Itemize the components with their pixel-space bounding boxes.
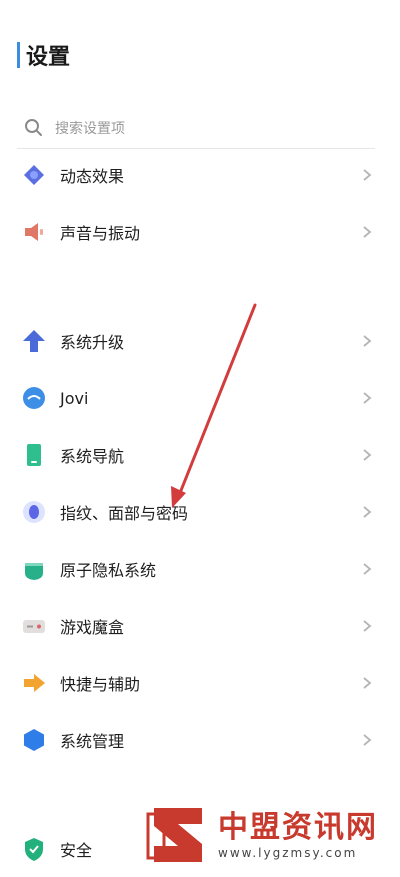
phone-navigation-icon	[20, 441, 48, 469]
shortcut-icon	[20, 669, 48, 697]
settings-item-fingerprint-face-password[interactable]: 指纹、面部与密码	[0, 484, 400, 540]
settings-item-sound-vibration[interactable]: 声音与振动	[0, 204, 400, 260]
system-management-icon	[20, 726, 48, 754]
settings-item-label: 系统导航	[60, 447, 125, 466]
settings-item-shortcuts-accessibility[interactable]: 快捷与辅助	[0, 655, 400, 711]
search-placeholder: 搜索设置项	[55, 121, 125, 137]
chevron-right-icon	[363, 620, 372, 632]
search-bar[interactable]: 搜索设置项	[17, 108, 375, 149]
speaker-icon	[20, 218, 48, 246]
settings-item-label: 安全	[60, 841, 93, 860]
chevron-right-icon	[363, 169, 372, 181]
page-header: 设置	[17, 40, 70, 70]
watermark-name: 中盟资讯网	[218, 809, 378, 845]
settings-item-label: 游戏魔盒	[60, 618, 125, 637]
settings-item-label: Jovi	[60, 388, 89, 408]
up-arrow-icon	[20, 327, 48, 355]
jovi-icon	[20, 384, 48, 412]
watermark-logo-icon	[146, 807, 202, 862]
fingerprint-icon	[20, 498, 48, 526]
chevron-right-icon	[363, 563, 372, 575]
settings-item-label: 系统升级	[60, 333, 125, 352]
motion-effects-icon	[20, 161, 48, 189]
settings-item-jovi[interactable]: Jovi	[0, 370, 400, 426]
chevron-right-icon	[363, 335, 372, 347]
chevron-right-icon	[363, 226, 372, 238]
settings-item-label: 快捷与辅助	[60, 675, 141, 694]
settings-item-motion-effects[interactable]: 动态效果	[0, 147, 400, 203]
security-shield-icon	[20, 835, 48, 863]
privacy-icon	[20, 555, 48, 583]
search-icon	[25, 119, 42, 136]
settings-item-label: 系统管理	[60, 732, 125, 751]
page-title: 设置	[26, 45, 71, 70]
settings-item-system-navigation[interactable]: 系统导航	[0, 427, 400, 483]
settings-item-label: 动态效果	[60, 167, 125, 186]
settings-item-atomic-privacy[interactable]: 原子隐私系统	[0, 541, 400, 597]
settings-item-label: 指纹、面部与密码	[60, 504, 189, 523]
settings-item-system-update[interactable]: 系统升级	[0, 313, 400, 369]
settings-item-system-management[interactable]: 系统管理	[0, 712, 400, 768]
chevron-right-icon	[363, 677, 372, 689]
chevron-right-icon	[363, 392, 372, 404]
chevron-right-icon	[363, 506, 372, 518]
watermark-url: www.lygzmsy.com	[218, 845, 358, 860]
watermark: 中盟资讯网 www.lygzmsy.com	[136, 800, 400, 869]
settings-item-label: 声音与振动	[60, 224, 141, 243]
game-box-icon	[20, 612, 48, 640]
settings-item-label: 原子隐私系统	[60, 561, 157, 580]
settings-item-game-box[interactable]: 游戏魔盒	[0, 598, 400, 654]
title-accent-bar	[17, 42, 20, 68]
chevron-right-icon	[363, 734, 372, 746]
chevron-right-icon	[363, 449, 372, 461]
